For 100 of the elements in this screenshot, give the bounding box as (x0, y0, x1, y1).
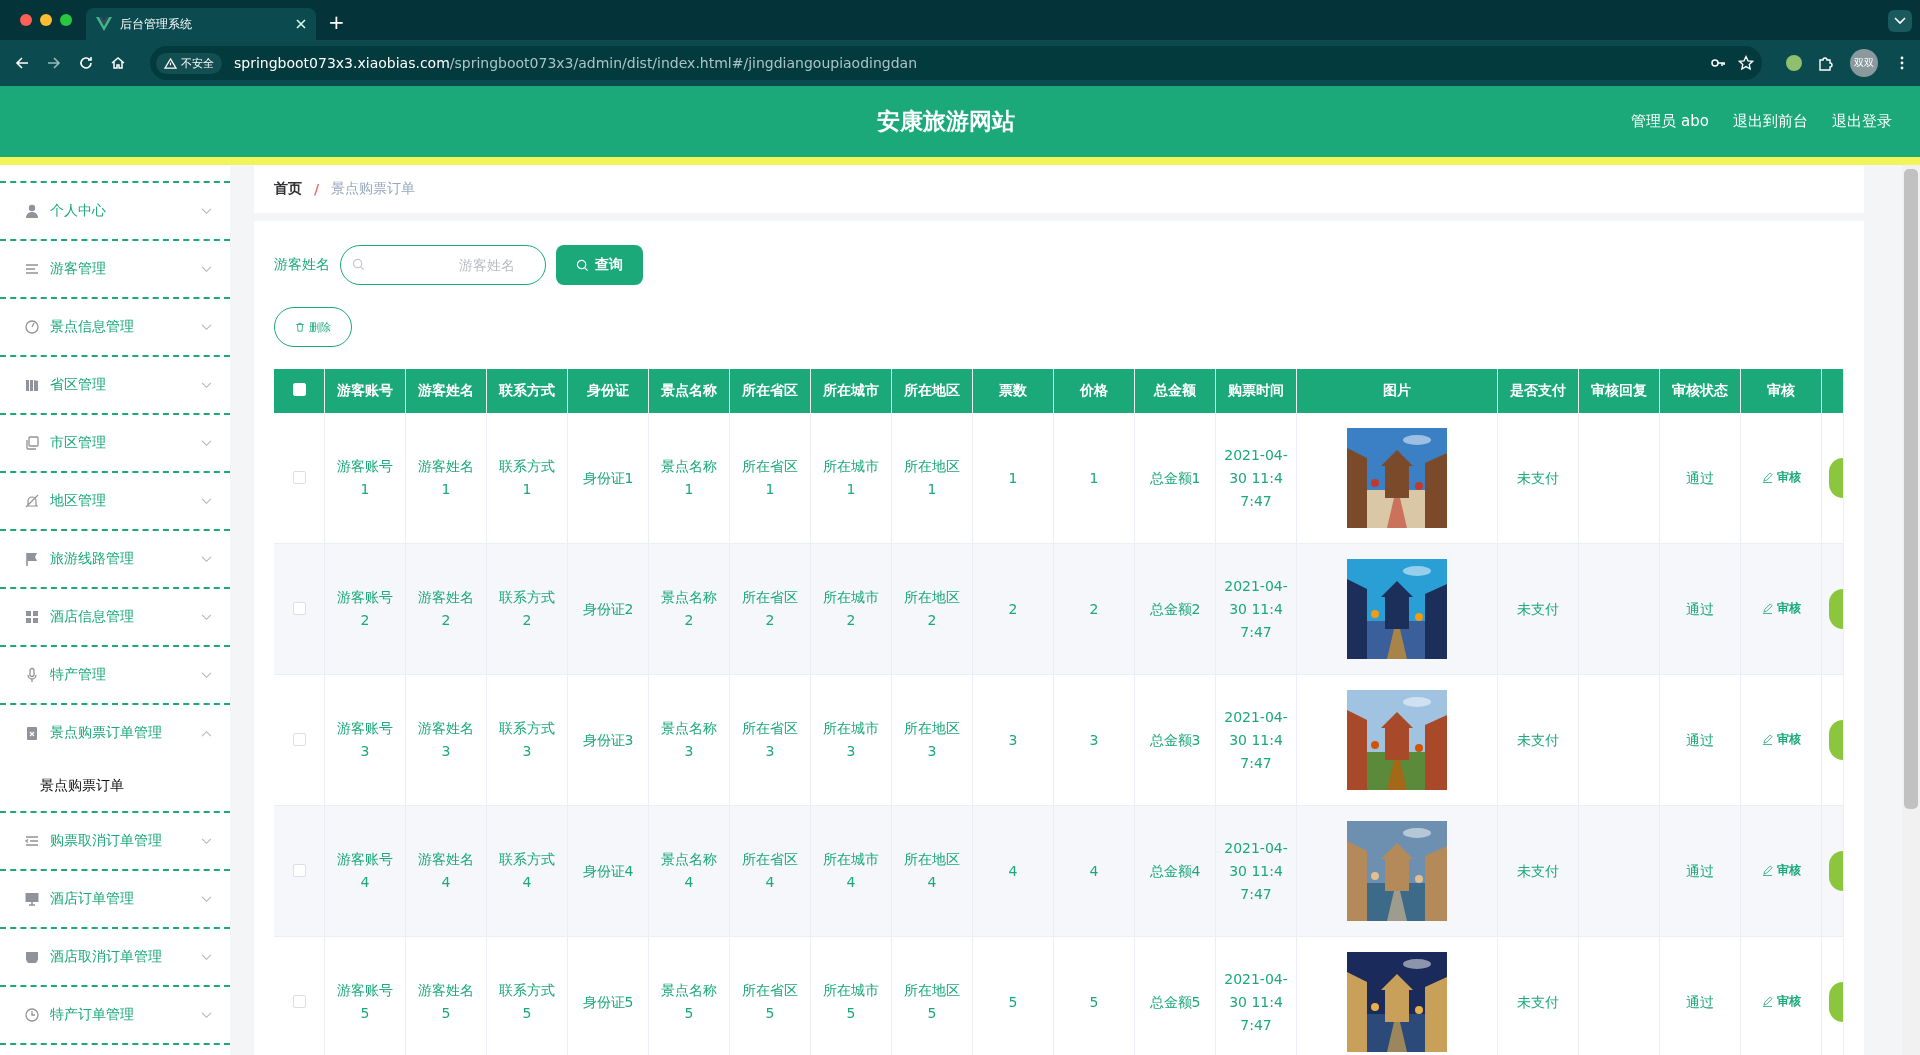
column-header: 景点名称 (648, 369, 730, 413)
menu-label: 特产订单管理 (50, 1006, 135, 1024)
table-cell-text: 所在省区4 (741, 850, 799, 892)
profile-avatar[interactable]: 双双 (1850, 49, 1878, 77)
table-cell-text: 总金额3 (1149, 730, 1201, 750)
review-link[interactable]: 审核 (1761, 597, 1801, 620)
table-cell-text: 2 (1089, 599, 1099, 619)
column-header: 是否支付 (1497, 369, 1579, 413)
table-cell-text: 游客姓名4 (417, 850, 475, 892)
table-cell-text: 所在城市4 (822, 850, 880, 892)
table-cell-text: 所在地区4 (903, 850, 961, 892)
table-cell-text: 所在地区2 (903, 588, 961, 630)
menu-label: 个人中心 (50, 202, 107, 220)
column-header: 审核 (1740, 369, 1822, 413)
table-cell-text: 所在城市5 (822, 981, 880, 1023)
menu-label: 酒店订单管理 (50, 890, 135, 908)
review-link[interactable]: 审核 (1761, 728, 1801, 751)
table-cell-text: 未支付 (1517, 992, 1559, 1012)
table-cell-text: 所在省区5 (741, 981, 799, 1023)
menu-label: 酒店取消订单管理 (50, 948, 163, 966)
table-cell-text: 所在省区2 (741, 588, 799, 630)
url-text: springboot073x3.xiaobias.com/springboot073x3/admin/dist/index.html#/jingdiangoupiaodingdan (234, 55, 918, 71)
table-cell-text: 总金额2 (1149, 599, 1201, 619)
site-title: 安康旅游网站 (877, 107, 1015, 136)
security-warning[interactable]: 不安全 (156, 52, 222, 74)
review-link[interactable]: 审核 (1761, 990, 1801, 1013)
sidebar-item[interactable]: 地区管理 (0, 473, 230, 529)
table-cell-text: 通过 (1686, 992, 1714, 1012)
column-header: 图片 (1296, 369, 1498, 413)
menu-label: 市区管理 (50, 434, 107, 452)
table-cell-text: 通过 (1686, 730, 1714, 750)
browser-tab[interactable]: 后台管理系统 (86, 8, 316, 40)
table-cell-text: 2021-04-30 11:47:47 (1224, 838, 1288, 904)
table-cell-text: 1 (1008, 468, 1018, 488)
search-field[interactable]: 游客姓名 (340, 245, 546, 285)
sidebar-item[interactable]: 游客管理 (0, 241, 230, 297)
table-cell-text: 联系方式2 (498, 588, 556, 630)
table-cell-text: 游客账号4 (336, 850, 394, 892)
menu-label: 游客管理 (50, 260, 107, 278)
review-link[interactable]: 审核 (1761, 859, 1801, 882)
column-header: 所在地区 (891, 369, 973, 413)
menu-label: 特产管理 (50, 666, 107, 684)
breadcrumb-separator: / (314, 181, 320, 197)
new-tab-button[interactable]: + (316, 10, 357, 40)
tab-title: 后台管理系统 (120, 15, 193, 33)
table-cell-text: 2021-04-30 11:47:47 (1224, 576, 1288, 642)
table-cell-text: 所在城市3 (822, 719, 880, 761)
menu-label: 旅游线路管理 (50, 550, 135, 568)
table-cell-text: 联系方式5 (498, 981, 556, 1023)
delete-button[interactable]: 删除 (274, 307, 352, 347)
menu-label: 景点信息管理 (50, 318, 135, 336)
menu-label: 地区管理 (50, 492, 107, 510)
sidebar-item[interactable]: 购票取消订单管理 (0, 813, 230, 869)
table-cell-text: 景点名称1 (660, 457, 718, 499)
table-cell-text: 联系方式3 (498, 719, 556, 761)
table-cell-text: 所在省区3 (741, 719, 799, 761)
sidebar-item[interactable]: 市区管理 (0, 415, 230, 471)
menu-label: 景点购票订单管理 (50, 724, 163, 742)
table-cell-text: 游客账号3 (336, 719, 394, 761)
table-cell-text: 1 (1089, 468, 1099, 488)
table-cell-text: 5 (1008, 992, 1018, 1012)
column-header: 审核回复 (1578, 369, 1660, 413)
sidebar-item[interactable]: 酒店信息管理 (0, 589, 230, 645)
breadcrumb-item[interactable]: 首页 (274, 180, 302, 198)
sidebar-item[interactable]: 景点信息管理 (0, 299, 230, 355)
table-cell-text: 2 (1008, 599, 1018, 619)
column-header: 游客账号 (324, 369, 406, 413)
table-cell-text: 总金额5 (1149, 992, 1201, 1012)
breadcrumb-item: 景点购票订单 (331, 180, 416, 198)
sidebar-item[interactable]: 酒店订单管理 (0, 871, 230, 927)
review-link[interactable]: 审核 (1761, 466, 1801, 489)
table-cell-text: 身份证3 (582, 730, 634, 750)
table-cell-text: 景点名称2 (660, 588, 718, 630)
sidebar-item[interactable]: 特产管理 (0, 647, 230, 703)
search-button[interactable]: 查询 (556, 245, 643, 285)
menu-label: 省区管理 (50, 376, 107, 394)
address-bar[interactable]: 不安全 springboot073x3.xiaobias.com/springboot073x3/admin/dist/index.html#/jingdiangoupiaodingdan (150, 46, 1762, 80)
table-cell-text: 景点名称3 (660, 719, 718, 761)
sidebar-item[interactable]: 旅游线路管理 (0, 531, 230, 587)
table-cell-text: 身份证2 (582, 599, 634, 619)
column-header: 游客姓名 (405, 369, 487, 413)
table-cell-text: 总金额4 (1149, 861, 1201, 881)
table-cell-text: 身份证5 (582, 992, 634, 1012)
table-cell-text: 未支付 (1517, 861, 1559, 881)
submenu-item[interactable]: 景点购票订单 (0, 761, 230, 811)
header-link[interactable]: 退出到前台 (1733, 112, 1808, 131)
table-cell-text: 所在地区5 (903, 981, 961, 1023)
sidebar-item[interactable]: 景点购票订单管理 (0, 705, 230, 761)
sidebar-item[interactable]: 酒店取消订单管理 (0, 929, 230, 985)
sidebar-item[interactable]: 个人中心 (0, 183, 230, 239)
header-link[interactable]: 管理员 abo (1631, 112, 1709, 131)
table-cell-text: 4 (1089, 861, 1099, 881)
sidebar-item[interactable]: 省区管理 (0, 357, 230, 413)
sidebar-item[interactable]: 特产订单管理 (0, 987, 230, 1043)
table-cell-text: 2021-04-30 11:47:47 (1224, 707, 1288, 773)
menu-label: 购票取消订单管理 (50, 832, 163, 850)
table-cell-text: 景点名称5 (660, 981, 718, 1023)
header-link[interactable]: 退出登录 (1832, 112, 1892, 131)
table-cell-text: 游客姓名2 (417, 588, 475, 630)
table-cell-text: 游客姓名1 (417, 457, 475, 499)
